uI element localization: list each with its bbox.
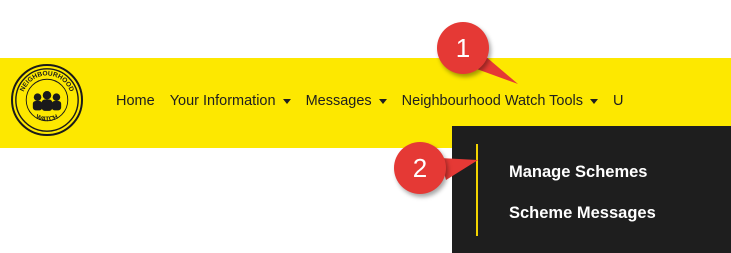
callout-label: 1 bbox=[455, 32, 471, 63]
nav-item-neighbourhood-watch-tools[interactable]: Neighbourhood Watch Tools bbox=[401, 93, 599, 109]
callout-2-badge: 2 bbox=[394, 142, 446, 194]
nav-item-label: Neighbourhood Watch Tools bbox=[401, 93, 584, 109]
callout-label: 2 bbox=[412, 152, 428, 183]
main-nav: Home Your Information Messages Neighbour… bbox=[116, 89, 639, 113]
nav-item-truncated[interactable]: U bbox=[613, 93, 623, 109]
neighbourhood-watch-logo[interactable]: NEIGHBOURHOOD WATCH bbox=[11, 64, 83, 136]
nav-item-label: Your Information bbox=[169, 93, 276, 109]
logo-emblem-icon: NEIGHBOURHOOD WATCH bbox=[15, 68, 79, 132]
nav-item-label: U bbox=[613, 93, 624, 109]
nav-item-label: Home bbox=[116, 93, 155, 109]
menu-item-scheme-messages[interactable]: Scheme Messages bbox=[509, 204, 656, 223]
nav-item-messages[interactable]: Messages bbox=[306, 93, 387, 109]
dropdown-accent-bar bbox=[476, 144, 478, 236]
caret-down-icon bbox=[590, 98, 599, 104]
nav-item-your-information[interactable]: Your Information bbox=[170, 93, 291, 109]
caret-down-icon bbox=[378, 98, 387, 104]
nav-item-label: Messages bbox=[305, 93, 372, 109]
menu-item-manage-schemes[interactable]: Manage Schemes bbox=[509, 163, 647, 182]
tools-dropdown-menu: Manage Schemes Scheme Messages bbox=[452, 126, 731, 253]
nav-item-home[interactable]: Home bbox=[116, 93, 155, 109]
caret-down-icon bbox=[282, 98, 291, 104]
callout-1-badge: 1 bbox=[437, 22, 489, 74]
